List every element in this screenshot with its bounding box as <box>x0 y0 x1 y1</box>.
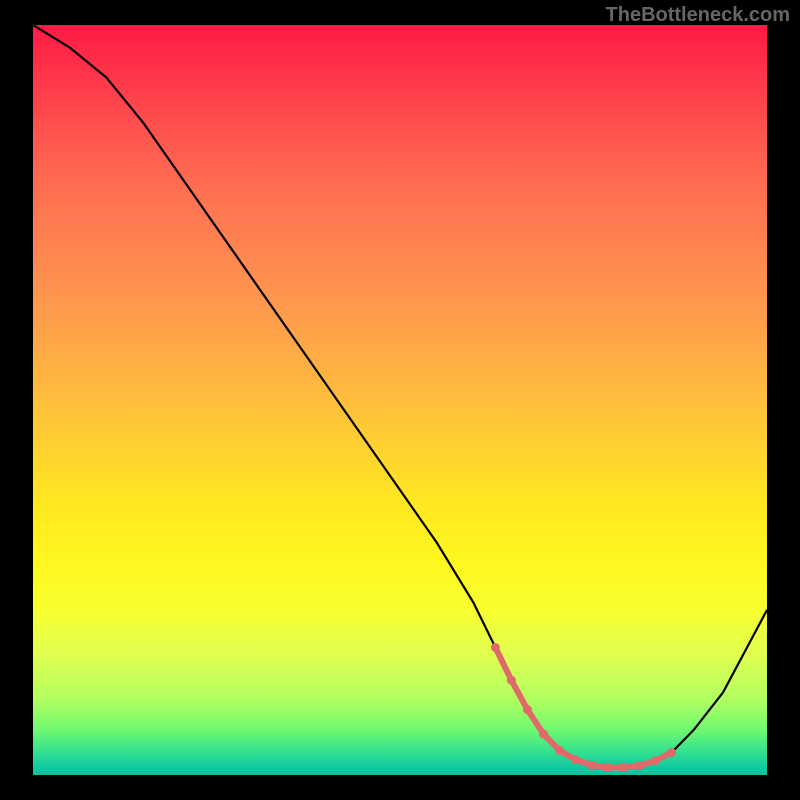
highlight-dot <box>619 763 628 772</box>
plot-area <box>33 25 767 775</box>
highlight-dot <box>587 761 596 770</box>
highlight-dot <box>507 676 516 685</box>
highlight-stroke <box>495 648 671 768</box>
curve-svg <box>33 25 767 775</box>
watermark-text: TheBottleneck.com <box>606 4 790 27</box>
highlight-dot <box>491 643 500 652</box>
bottleneck-curve <box>33 25 767 768</box>
highlight-dots <box>491 643 676 772</box>
highlight-dot <box>571 755 580 764</box>
highlight-dot <box>651 756 660 765</box>
highlight-dot <box>539 730 548 739</box>
highlight-dot <box>667 748 676 757</box>
highlight-dot <box>603 763 612 772</box>
highlight-dot <box>555 746 564 755</box>
highlight-dot <box>523 705 532 714</box>
highlight-dot <box>635 761 644 770</box>
